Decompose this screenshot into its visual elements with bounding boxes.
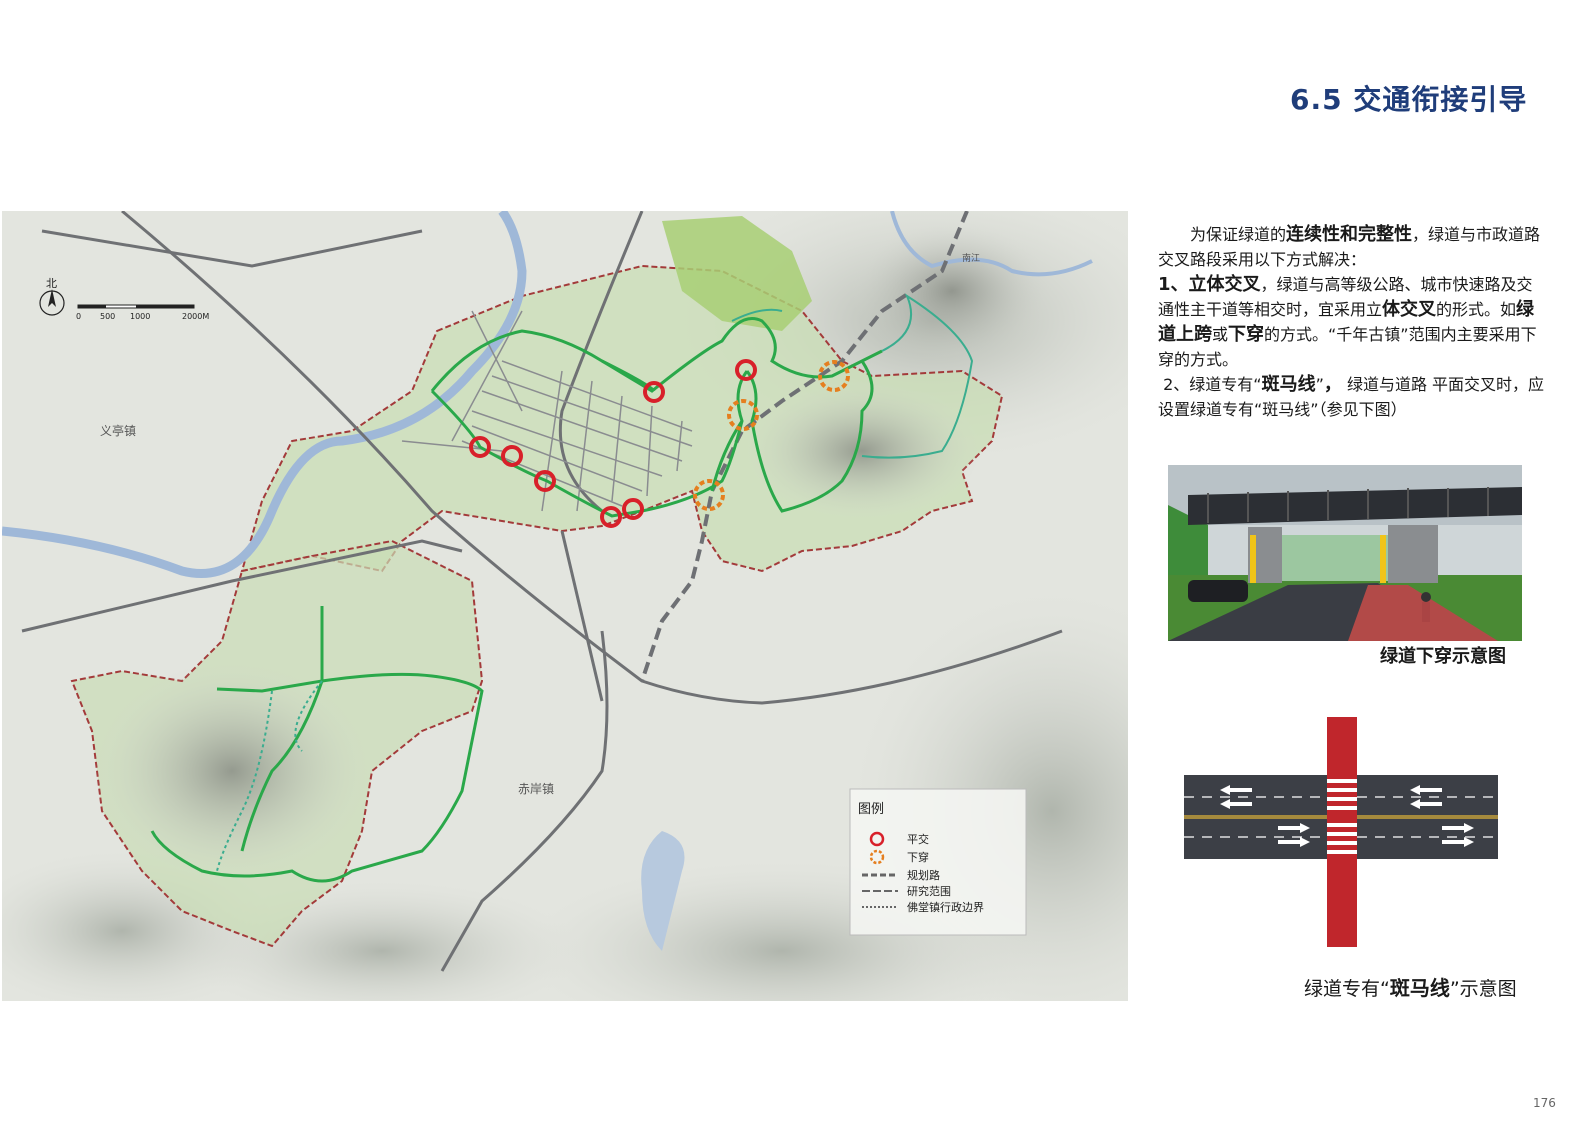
place-label-yiting: 义亭镇 [100, 423, 136, 438]
page-title: 6.5 交通衔接引导 [1290, 83, 1528, 116]
scale-label: 2000M [182, 312, 209, 321]
scale-label: 0 [76, 312, 81, 321]
scale-label: 1000 [130, 312, 150, 321]
legend-title: 图例 [858, 802, 884, 817]
description-paragraph-3: 2、绿道专有“斑马线”， 绿道与道路 平面交叉时，应设置绿道专有“斑马线”（参见… [1158, 374, 1545, 419]
legend-item-planned: 规划路 [907, 868, 940, 882]
greenway-traffic-map: 义亭镇 赤岸镇 南江 北 0 500 1000 2000M 图例 平交 下穿 规… [2, 211, 1128, 1001]
zebra-caption: 绿道专有“斑马线”示意图 [1304, 976, 1517, 1000]
description-paragraph-2: 1、立体交叉，绿道与高等级公路、城市快速路及交通性主干道等相交时，宜采用立体交叉… [1158, 274, 1537, 369]
terrain-shade [92, 661, 372, 881]
zebra-crossing-diagram [1184, 717, 1498, 947]
page-number: 176 [1533, 1096, 1556, 1110]
legend-item-under: 下穿 [907, 850, 929, 864]
place-label-nanjiang: 南江 [962, 252, 980, 264]
scale-label: 500 [100, 312, 115, 321]
legend-item-boundary: 佛堂镇行政边界 [907, 900, 984, 914]
map-legend: 图例 平交 下穿 规划路 研究范围 佛堂镇行政边界 [849, 788, 1027, 936]
underpass-illustration [1168, 465, 1522, 641]
place-label-chian: 赤岸镇 [518, 782, 554, 796]
legend-item-study: 研究范围 [907, 884, 951, 898]
description-text: 为保证绿道的连续性和完整性，绿道与市政道路交叉路段采用以下方式解决： 1、立体交… [1158, 222, 1548, 422]
legend-item-level: 平交 [907, 832, 929, 846]
terrain-shade [852, 221, 1052, 361]
underpass-caption: 绿道下穿示意图 [1380, 646, 1506, 667]
north-label: 北 [46, 277, 57, 290]
description-paragraph-1: 为保证绿道的连续性和完整性，绿道与市政道路交叉路段采用以下方式解决： [1158, 224, 1541, 269]
